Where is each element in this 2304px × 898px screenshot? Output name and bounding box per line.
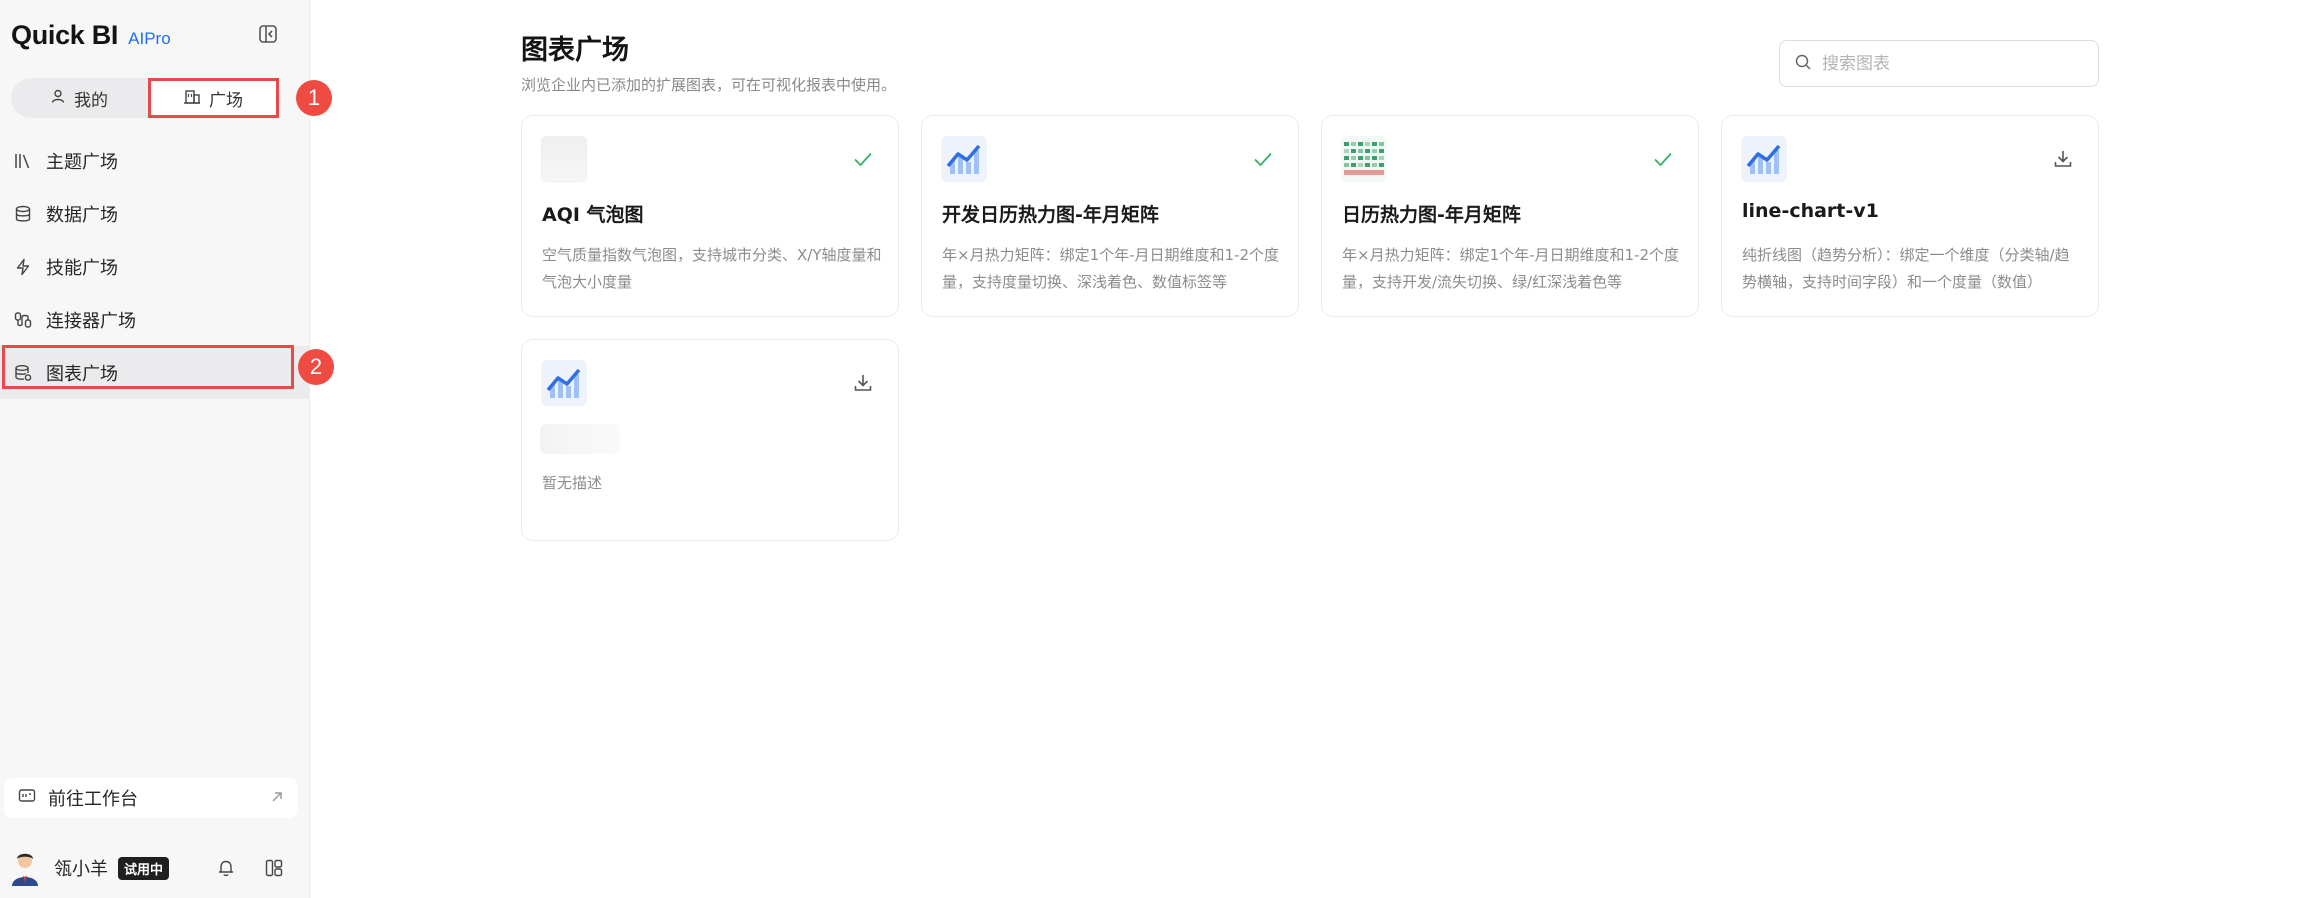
sidebar: Quick BI AIPro 我的 广场 主题广场 数据广场 技能广场 连接器广…: [0, 0, 310, 898]
database-icon: [14, 205, 32, 223]
sidebar-item-label: 主题广场: [46, 151, 118, 173]
chart-card-aqi[interactable]: AQI 气泡图 空气质量指数气泡图，支持城市分类、X/Y轴度量和气泡大小度量: [521, 115, 899, 317]
heatmap-thumbnail-icon: [1341, 136, 1387, 182]
chart-card-name: AQI 气泡图: [542, 204, 644, 226]
avatar[interactable]: [10, 850, 40, 886]
download-icon[interactable]: [852, 372, 874, 394]
user-icon: [50, 88, 66, 109]
chart-card-name-redacted: [540, 424, 620, 454]
chart-card-name: 开发日历热力图-年月矩阵: [942, 204, 1159, 226]
search-icon: [1794, 53, 1812, 75]
chart-card-dev-calendar-heatmap[interactable]: 开发日历热力图-年月矩阵 年×月热力矩阵：绑定1个年-月日期维度和1-2个度量，…: [921, 115, 1299, 317]
chart-card-name: 日历热力图-年月矩阵: [1342, 204, 1521, 226]
arrow-up-right-icon: [270, 788, 284, 809]
added-check-icon: [1652, 148, 1674, 170]
search-input[interactable]: [1822, 53, 2082, 74]
trial-badge: 试用中: [118, 856, 170, 880]
user-name: 瓴小羊: [54, 859, 108, 880]
download-icon[interactable]: [2052, 148, 2074, 170]
chart-card-desc: 纯折线图（趋势分析）：绑定一个维度（分类轴/趋势横轴，支持时间字段）和一个度量（…: [1742, 246, 2070, 291]
lightning-icon: [14, 258, 32, 276]
user-bar: 瓴小羊 试用中: [10, 850, 300, 886]
panel-layout-icon[interactable]: [264, 858, 284, 882]
tab-mine[interactable]: 我的: [11, 81, 147, 115]
search-box[interactable]: [1779, 40, 2099, 87]
sidebar-item-label: 数据广场: [46, 204, 118, 226]
workbench-icon: [18, 787, 36, 810]
chart-card-desc: 年×月热力矩阵：绑定1个年-月日期维度和1-2个度量，支持度量切换、深浅着色、数…: [942, 246, 1280, 291]
page-title: 图表广场: [521, 35, 629, 66]
books-icon: [14, 152, 32, 170]
main-content: 图表广场 浏览企业内已添加的扩展图表，可在可视化报表中使用。 AQI 气泡图 空…: [310, 0, 2304, 898]
chart-card-desc: 空气质量指数气泡图，支持城市分类、X/Y轴度量和气泡大小度量: [542, 246, 882, 291]
brand-logo: Quick BI AIPro: [11, 20, 171, 51]
collapse-sidebar-icon[interactable]: [258, 24, 278, 44]
tab-mine-label: 我的: [74, 90, 108, 111]
page-subtitle: 浏览企业内已添加的扩展图表，可在可视化报表中使用。: [521, 76, 897, 94]
sidebar-item-label: 技能广场: [46, 257, 118, 279]
connector-icon: [14, 311, 32, 329]
sidebar-item-data-plaza[interactable]: 数据广场: [0, 187, 310, 240]
goto-workbench-label: 前往工作台: [48, 789, 138, 810]
added-check-icon: [852, 148, 874, 170]
line-chart-thumbnail-icon: [541, 360, 587, 406]
chart-card-unnamed[interactable]: 暂无描述: [521, 339, 899, 541]
brand-edition: AIPro: [128, 29, 171, 48]
sidebar-item-skill-plaza[interactable]: 技能广场: [0, 240, 310, 293]
chart-card-desc: 年×月热力矩阵：绑定1个年-月日期维度和1-2个度量，支持开发/流失切换、绿/红…: [1342, 246, 1680, 291]
sidebar-item-theme-plaza[interactable]: 主题广场: [0, 134, 310, 187]
annotation-highlight-chart-plaza: [2, 345, 294, 389]
chart-card-calendar-heatmap[interactable]: 日历热力图-年月矩阵 年×月热力矩阵：绑定1个年-月日期维度和1-2个度量，支持…: [1321, 115, 1699, 317]
line-chart-thumbnail-icon: [941, 136, 987, 182]
line-chart-thumbnail-icon: [1741, 136, 1787, 182]
brand-name: Quick BI: [11, 20, 119, 50]
added-check-icon: [1252, 148, 1274, 170]
bell-icon[interactable]: [216, 858, 236, 882]
chart-thumbnail: [541, 136, 587, 182]
sidebar-item-label: 连接器广场: [46, 310, 136, 332]
chart-card-desc: 暂无描述: [542, 474, 603, 492]
goto-workbench-button[interactable]: 前往工作台: [4, 778, 298, 818]
chart-card-name: line-chart-v1: [1742, 200, 1879, 222]
annotation-highlight-plaza-tab: [148, 78, 279, 118]
chart-card-line-chart-v1[interactable]: line-chart-v1 纯折线图（趋势分析）：绑定一个维度（分类轴/趋势横轴…: [1721, 115, 2099, 317]
sidebar-item-connector-plaza[interactable]: 连接器广场: [0, 293, 310, 346]
